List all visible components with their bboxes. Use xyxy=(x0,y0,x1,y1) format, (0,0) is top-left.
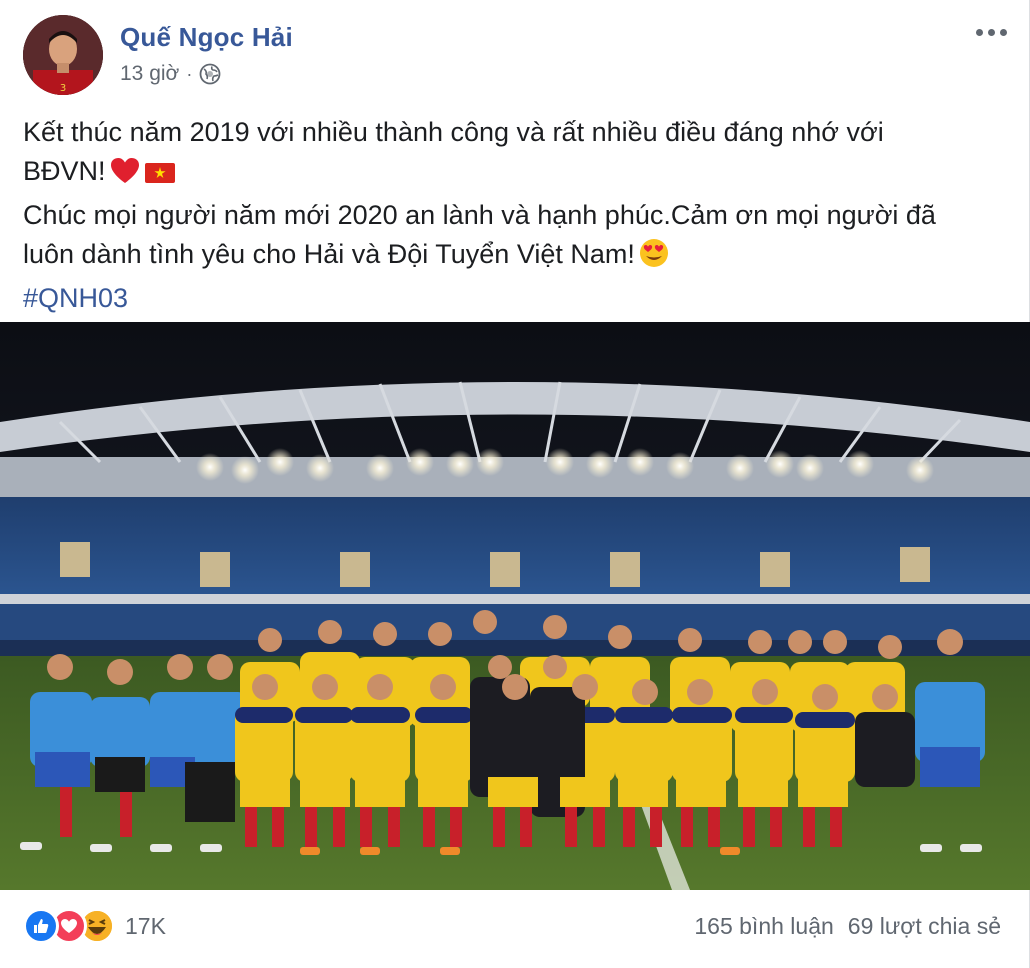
post-text-line: Kết thúc năm 2019 với nhiều thành công v… xyxy=(23,113,1003,152)
post-stats: 165 bình luận 69 lượt chia sẻ xyxy=(694,913,1001,940)
heart-eyes-emoji xyxy=(639,238,669,279)
more-options-icon[interactable] xyxy=(973,22,1009,42)
shares-count-link[interactable]: 69 lượt chia sẻ xyxy=(848,913,1001,940)
post-timestamp[interactable]: 13 giờ xyxy=(120,62,179,86)
post-card: 3 Quế Ngọc Hải 13 giờ · Kết thúc năm 201… xyxy=(0,0,1030,968)
like-icon xyxy=(23,908,59,944)
post-text-line: #QNH03 xyxy=(23,279,1003,318)
reaction-summary[interactable]: 17K xyxy=(23,908,166,944)
post-text-span: Kết thúc năm 2019 với nhiều thành công v… xyxy=(23,117,884,147)
post-text-line: BĐVN! xyxy=(23,152,1003,196)
post-text-span: luôn dành tình yêu cho Hải và Đội Tuyển … xyxy=(23,239,635,269)
reaction-count[interactable]: 17K xyxy=(125,913,166,940)
hashtag-link[interactable]: #QNH03 xyxy=(23,283,128,313)
post-photo[interactable] xyxy=(0,322,1030,890)
post-text: Kết thúc năm 2019 với nhiều thành công v… xyxy=(23,113,1003,318)
globe-icon[interactable] xyxy=(199,63,221,85)
post-meta: 13 giờ · xyxy=(120,62,221,86)
post-text-span: Chúc mọi người năm mới 2020 an lành và h… xyxy=(23,200,936,230)
post-text-line: Chúc mọi người năm mới 2020 an lành và h… xyxy=(23,196,1003,235)
author-name[interactable]: Quế Ngọc Hải xyxy=(120,22,293,53)
meta-separator: · xyxy=(186,63,193,84)
post-text-span: BĐVN! xyxy=(23,156,106,186)
comments-count-link[interactable]: 165 bình luận xyxy=(694,913,833,940)
post-text-line: luôn dành tình yêu cho Hải và Đội Tuyển … xyxy=(23,235,1003,279)
svg-text:3: 3 xyxy=(60,83,66,94)
vietnam-flag-emoji xyxy=(144,157,176,196)
red-heart-emoji xyxy=(110,157,140,196)
author-avatar[interactable]: 3 xyxy=(23,15,103,95)
